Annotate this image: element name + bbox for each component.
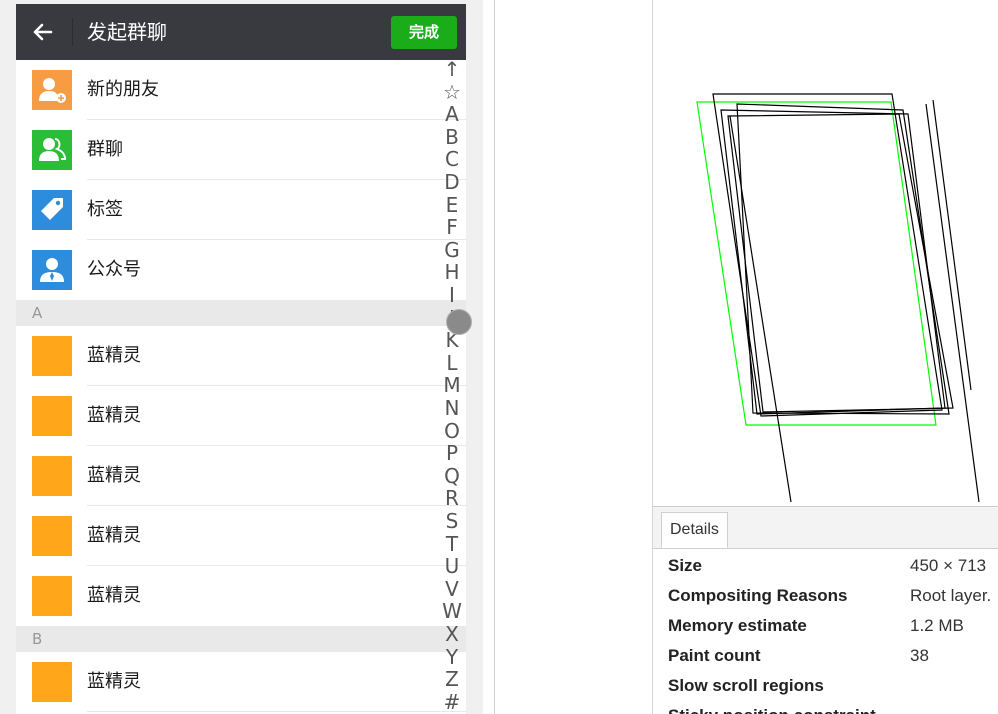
property-key: Memory estimate — [668, 616, 807, 635]
tab-details[interactable]: Details — [661, 512, 728, 548]
back-button[interactable] — [28, 17, 58, 47]
section-header-b: B — [16, 626, 466, 652]
index-letter[interactable]: T — [440, 532, 464, 556]
header-bar: 发起群聊 完成 — [16, 4, 466, 60]
list-item-group-chat[interactable]: 群聊 — [16, 120, 466, 180]
contact-name: 蓝精灵 — [87, 465, 141, 486]
property-row: Memory estimate 1.2 MB — [668, 611, 998, 641]
official-account-icon — [32, 250, 72, 290]
index-letter[interactable]: D — [440, 171, 464, 194]
list-item-label: 标签 — [87, 199, 123, 220]
property-key: Size — [668, 556, 703, 575]
index-letter[interactable]: C — [440, 148, 464, 171]
row-divider — [87, 711, 466, 712]
layer-wireframe — [696, 93, 980, 503]
property-key: Compositing Reasons — [668, 586, 848, 605]
index-letter[interactable]: S — [440, 510, 464, 533]
index-letter[interactable]: R — [440, 487, 464, 510]
property-row: Paint count 38 — [668, 641, 998, 671]
property-value: 1.2 MB — [910, 616, 964, 635]
property-row: Size 450 × 713 — [668, 551, 998, 581]
section-header-a: A — [16, 300, 466, 326]
index-letter[interactable]: U — [440, 555, 464, 578]
section-letter: B — [32, 630, 43, 648]
index-letter[interactable]: W — [440, 600, 464, 623]
contact-row[interactable]: 蓝精灵 — [16, 326, 466, 386]
index-letter[interactable]: Q — [440, 465, 464, 488]
index-letter[interactable]: P — [440, 442, 464, 465]
header-divider — [72, 18, 73, 46]
index-letter[interactable]: E — [440, 193, 464, 217]
index-scroll-thumb[interactable] — [446, 309, 472, 335]
property-key: Slow scroll regions — [668, 676, 824, 695]
index-letter[interactable]: B — [440, 126, 464, 149]
property-key: Paint count — [668, 646, 761, 665]
list-item-official-accounts[interactable]: 公众号 — [16, 240, 466, 300]
property-key: Sticky position constraint — [668, 701, 876, 714]
details-tabstrip: Details — [653, 507, 998, 549]
index-letter[interactable]: A — [440, 103, 464, 126]
layers-3d-view[interactable] — [653, 0, 998, 506]
property-value: 450 × 713 — [910, 556, 987, 575]
index-letter[interactable]: O — [440, 419, 464, 443]
contact-row[interactable]: 蓝精灵 — [16, 566, 466, 626]
index-letter[interactable]: F — [440, 216, 464, 239]
contact-row[interactable]: 蓝精灵 — [16, 652, 466, 712]
index-letter[interactable]: X — [440, 623, 464, 646]
list-item-tags[interactable]: 标签 — [16, 180, 466, 240]
index-letter[interactable]: V — [440, 578, 464, 601]
index-letter[interactable]: I — [440, 284, 464, 307]
layer-edge — [729, 115, 792, 503]
avatar — [32, 516, 72, 556]
group-chat-icon — [32, 130, 72, 170]
avatar — [32, 576, 72, 616]
avatar — [32, 336, 72, 376]
property-value: 38 — [910, 646, 929, 665]
contact-row[interactable]: 蓝精灵 — [16, 506, 466, 566]
contact-name: 蓝精灵 — [87, 525, 141, 546]
index-letter[interactable]: Y — [440, 645, 464, 669]
list-item-label: 公众号 — [87, 259, 141, 280]
index-letter[interactable]: H — [440, 261, 464, 284]
layer-outline — [720, 109, 946, 415]
index-letter[interactable]: M — [440, 374, 464, 397]
avatar — [32, 662, 72, 702]
list-item-label: 群聊 — [87, 139, 123, 160]
contact-name: 蓝精灵 — [87, 585, 141, 606]
property-row: Sticky position constraint — [668, 701, 998, 714]
property-row: Compositing Reasons Root layer. — [668, 581, 998, 611]
index-letter[interactable]: L — [440, 352, 464, 375]
tag-icon — [32, 190, 72, 230]
contact-row[interactable]: 蓝精灵 — [16, 446, 466, 506]
property-value: Root layer. — [910, 586, 992, 605]
screenshot-root: 发起群聊 完成 新的朋友 群聊 标签 公众号 A 蓝精灵 蓝精灵 蓝精灵 蓝精灵… — [0, 0, 998, 714]
page-title: 发起群聊 — [87, 20, 167, 44]
index-letter[interactable]: Z — [440, 668, 464, 691]
phone-screen: 发起群聊 完成 新的朋友 群聊 标签 公众号 A 蓝精灵 蓝精灵 蓝精灵 蓝精灵… — [16, 4, 466, 714]
avatar — [32, 396, 72, 436]
avatar — [32, 456, 72, 496]
list-item-label: 新的朋友 — [87, 79, 159, 100]
layer-outline — [736, 103, 950, 415]
done-button[interactable]: 完成 — [391, 16, 457, 49]
contact-name: 蓝精灵 — [87, 345, 141, 366]
list-item-new-friends[interactable]: 新的朋友 — [16, 60, 466, 120]
index-letter[interactable]: ↑ — [440, 58, 464, 81]
index-letter[interactable]: ☆ — [440, 80, 464, 104]
property-row: Slow scroll regions — [668, 671, 998, 701]
contact-name: 蓝精灵 — [87, 405, 141, 426]
layer-outline — [696, 101, 937, 426]
arrow-left-icon — [33, 23, 53, 41]
layer-tree-panel — [495, 0, 652, 714]
alphabet-index-bar[interactable]: ↑☆ABCDEFGHIJKLMNOPQRSTUVWXYZ# — [440, 58, 464, 714]
contact-row[interactable]: 蓝精灵 — [16, 386, 466, 446]
index-letter[interactable]: N — [440, 397, 464, 420]
index-letter[interactable]: # — [440, 691, 464, 714]
index-letter[interactable]: G — [440, 239, 464, 262]
section-letter: A — [32, 304, 43, 322]
contact-name: 蓝精灵 — [87, 671, 141, 692]
new-friends-icon — [32, 70, 72, 110]
layer-details-panel: Details Size 450 × 713 Compositing Reaso… — [653, 506, 998, 714]
